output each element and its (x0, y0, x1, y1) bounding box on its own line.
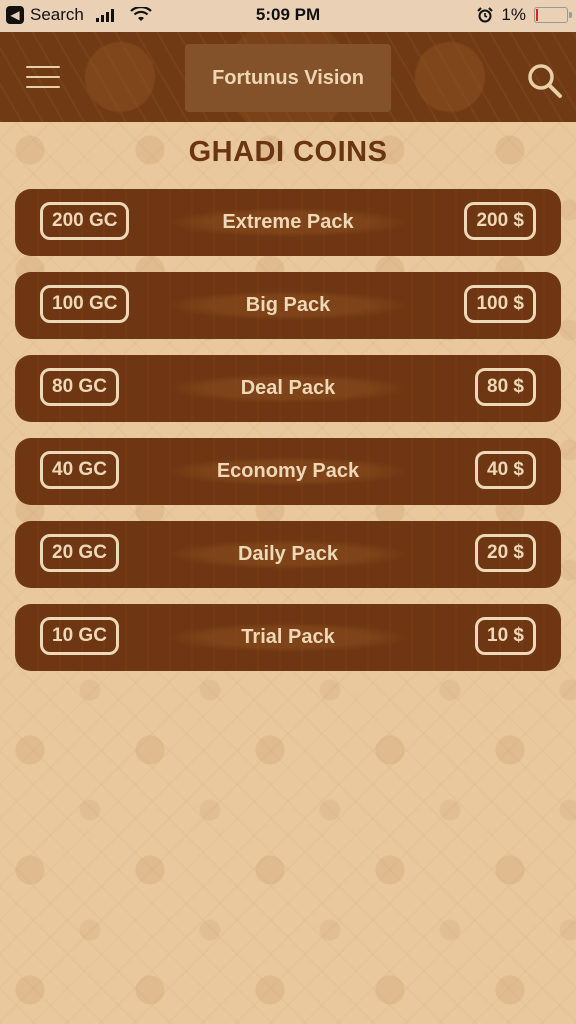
battery-percent: 1% (501, 5, 526, 24)
alarm-icon (477, 7, 494, 23)
price-badge: 200 $ (464, 202, 536, 240)
battery-fill (536, 9, 538, 21)
coins-badge: 40 GC (40, 451, 119, 489)
battery-icon (534, 7, 572, 23)
pack-row[interactable]: 200 GC Extreme Pack 200 $ (15, 189, 561, 256)
nav-bar: Fortunus Vision (0, 32, 576, 122)
status-right: 1% (477, 5, 572, 25)
app-title: Fortunus Vision (185, 44, 391, 112)
coins-badge: 80 GC (40, 368, 119, 406)
coins-badge: 20 GC (40, 534, 119, 572)
price-badge: 10 $ (475, 617, 536, 655)
search-icon[interactable] (524, 60, 564, 100)
coins-badge: 100 GC (40, 285, 130, 323)
pack-row[interactable]: 80 GC Deal Pack 80 $ (15, 355, 561, 422)
pack-row[interactable]: 20 GC Daily Pack 20 $ (15, 521, 561, 588)
coins-badge: 10 GC (40, 617, 119, 655)
hamburger-menu-icon[interactable] (26, 66, 60, 88)
pack-row[interactable]: 40 GC Economy Pack 40 $ (15, 438, 561, 505)
status-bar: ◀ Search 5:09 PM 1% (0, 0, 576, 32)
price-badge: 80 $ (475, 368, 536, 406)
price-badge: 20 $ (475, 534, 536, 572)
pack-row[interactable]: 10 GC Trial Pack 10 $ (15, 604, 561, 671)
price-badge: 40 $ (475, 451, 536, 489)
coins-badge: 200 GC (40, 202, 130, 240)
price-badge: 100 $ (464, 285, 536, 323)
pack-list: 200 GC Extreme Pack 200 $ 100 GC Big Pac… (15, 189, 561, 687)
pack-row[interactable]: 100 GC Big Pack 100 $ (15, 272, 561, 339)
page-title: GHADI COINS (188, 136, 388, 168)
